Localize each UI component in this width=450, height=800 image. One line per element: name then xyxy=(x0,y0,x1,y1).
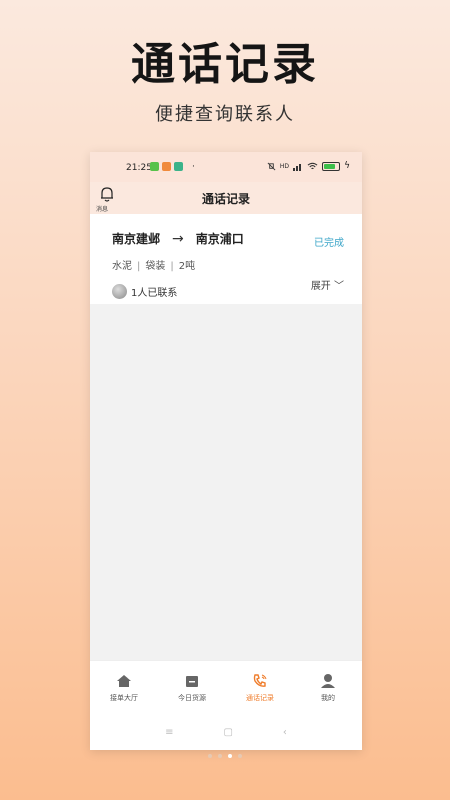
page-dot-active xyxy=(228,754,232,758)
page-dot xyxy=(218,754,222,758)
status-badge: 已完成 xyxy=(314,238,344,249)
route-arrow-icon: → xyxy=(172,230,184,247)
cargo-type: 水泥 xyxy=(112,261,132,272)
app-notification-icon xyxy=(174,162,183,171)
route-from: 南京建邺 xyxy=(112,232,161,246)
cargo-packing: 袋装 xyxy=(145,261,166,272)
tab-order-hall[interactable]: 接单大厅 xyxy=(94,673,154,703)
menu-icon[interactable]: ≡ xyxy=(165,727,173,738)
status-dot: · xyxy=(192,162,195,172)
tab-call-records[interactable]: 通话记录 xyxy=(230,673,290,703)
tab-label: 通话记录 xyxy=(246,693,274,702)
tab-label: 接单大厅 xyxy=(110,693,138,702)
promo-subtitle: 便捷查询联系人 xyxy=(155,104,295,125)
route: 南京建邺 → 南京浦口 xyxy=(112,230,340,247)
signal-icon xyxy=(293,163,302,171)
page-dot xyxy=(238,754,242,758)
route-to: 南京浦口 xyxy=(195,232,244,246)
user-icon xyxy=(321,673,335,688)
tab-mine[interactable]: 我的 xyxy=(298,673,358,703)
avatar xyxy=(112,284,127,299)
wifi-icon xyxy=(307,162,318,169)
phone-icon xyxy=(253,673,267,687)
cargo-separator: | xyxy=(137,261,141,272)
call-record-card[interactable]: 南京建邺 → 南京浦口 已完成 水泥 | 袋装 | 2吨 1人已联系 展开 ﹀ xyxy=(90,214,362,304)
cargo-info: 水泥 | 袋装 | 2吨 xyxy=(112,257,340,272)
hd-signal-label: HD xyxy=(279,162,290,170)
page-dot xyxy=(208,754,212,758)
status-bar: 21:25 · HD ϟ xyxy=(90,152,362,182)
tab-label: 我的 xyxy=(321,693,335,702)
phone-screen: 21:25 · HD ϟ 消息 通话记录 南京建邺 → 南京浦口 已完成 水泥 … xyxy=(90,152,362,750)
promo-title: 通话记录 xyxy=(131,39,319,90)
contact-row: 1人已联系 xyxy=(112,284,340,299)
home-nav-icon[interactable]: ▢ xyxy=(223,727,232,738)
tab-label: 今日货源 xyxy=(178,693,206,702)
status-app-icons xyxy=(150,162,183,171)
page-indicator xyxy=(0,754,450,758)
app-notification-icon xyxy=(150,162,159,171)
tab-today-cargo[interactable]: 今日货源 xyxy=(162,673,222,703)
mute-icon xyxy=(267,162,276,170)
cargo-box-icon xyxy=(186,675,198,687)
contact-count: 1人已联系 xyxy=(131,288,178,299)
charging-icon: ϟ xyxy=(344,161,350,171)
status-right: HD ϟ xyxy=(267,161,350,171)
expand-button[interactable]: 展开 ﹀ xyxy=(311,277,344,292)
cargo-weight: 2吨 xyxy=(178,261,196,272)
app-notification-icon xyxy=(162,162,171,171)
cargo-separator: | xyxy=(170,261,174,272)
app-header: 消息 通话记录 xyxy=(90,182,362,214)
status-time: 21:25 xyxy=(126,163,152,173)
home-icon xyxy=(117,674,131,687)
back-icon[interactable]: ‹ xyxy=(283,727,287,738)
page-title: 通话记录 xyxy=(201,192,250,206)
bottom-tab-bar: 接单大厅 今日货源 通话记录 我的 xyxy=(90,660,362,714)
battery-icon xyxy=(322,161,341,171)
system-nav-bar: ≡ ▢ ‹ xyxy=(90,714,362,750)
